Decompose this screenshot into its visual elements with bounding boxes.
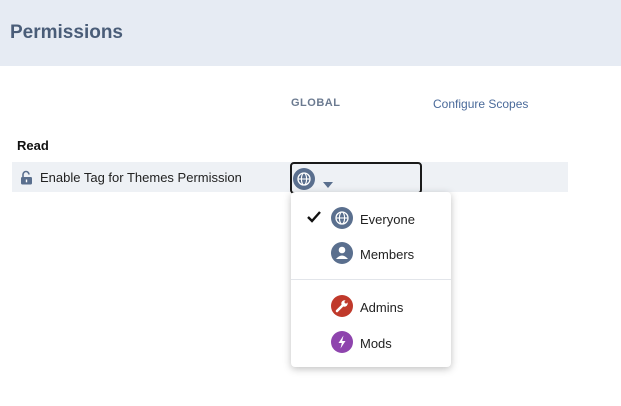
person-icon [331, 242, 353, 269]
global-column-header: GLOBAL [291, 97, 341, 109]
dropdown-item-mods[interactable]: Mods [291, 326, 451, 360]
dropdown-item-label: Everyone [360, 212, 415, 227]
chevron-down-icon [323, 175, 333, 193]
dropdown-item-label: Mods [360, 336, 392, 351]
globe-icon [293, 168, 315, 195]
dropdown-item-members[interactable]: Members [291, 237, 451, 271]
scope-select[interactable] [290, 162, 422, 194]
dropdown-divider [291, 279, 451, 280]
configure-scopes-link[interactable]: Configure Scopes [433, 97, 528, 111]
unlock-icon [21, 170, 32, 185]
checkmark-icon [307, 210, 321, 228]
dropdown-item-label: Admins [360, 300, 404, 315]
page-header: Permissions [0, 0, 621, 66]
dropdown-item-admins[interactable]: Admins [291, 290, 451, 324]
wrench-icon [331, 295, 353, 322]
globe-icon [331, 207, 353, 234]
dropdown-item-everyone[interactable]: Everyone [291, 202, 451, 236]
dropdown-item-label: Members [360, 247, 415, 262]
section-title-read: Read [17, 138, 49, 153]
lightning-icon [331, 331, 353, 358]
permission-label: Enable Tag for Themes Permission [40, 170, 242, 185]
scope-dropdown-menu: Everyone Members Admins Mods [291, 192, 451, 367]
page-title: Permissions [10, 22, 123, 43]
